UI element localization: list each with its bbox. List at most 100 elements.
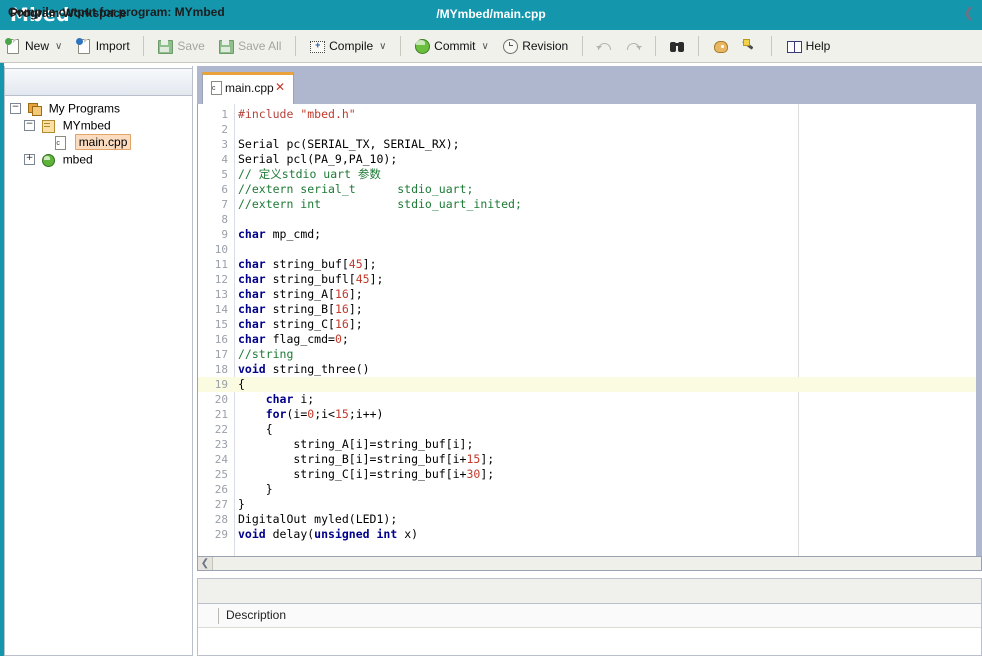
project-tree: − My Programs − MYmbed c main.cpp + mbed — [10, 100, 190, 168]
compile-output-header — [197, 578, 982, 604]
close-icon[interactable]: ✕ — [275, 80, 285, 94]
tree-node-label: main.cpp — [75, 134, 132, 150]
line-text: //extern int stdio_uart_inited; — [238, 197, 522, 212]
compile-output-title: Compile output for program: MYmbed — [8, 5, 225, 19]
save-all-floppy-icon — [218, 38, 234, 54]
line-text: //extern serial_t stdio_uart; — [238, 182, 473, 197]
line-text: // 定义stdio uart 参数 — [238, 167, 381, 182]
line-number: 13 — [198, 287, 228, 302]
line-number: 25 — [198, 467, 228, 482]
code-line: 8 — [198, 212, 982, 227]
code-line: 23 string_A[i]=string_buf[i]; — [198, 437, 982, 452]
code-line: 13char string_A[16]; — [198, 287, 982, 302]
line-number: 28 — [198, 512, 228, 527]
expander-icon[interactable]: + — [24, 154, 35, 165]
line-number: 20 — [198, 392, 228, 407]
code-line: 29void delay(unsigned int x) — [198, 527, 982, 542]
code-line: 4Serial pcl(PA_9,PA_10); — [198, 152, 982, 167]
code-line: 27} — [198, 497, 982, 512]
code-line: 28DigitalOut myled(LED1); — [198, 512, 982, 527]
expander-icon[interactable]: − — [24, 120, 35, 131]
scroll-left-icon[interactable]: ❮ — [198, 557, 213, 570]
code-line: 18void string_three() — [198, 362, 982, 377]
line-number: 17 — [198, 347, 228, 362]
code-lines: 1#include "mbed.h"23Serial pc(SERIAL_TX,… — [198, 107, 982, 542]
line-text: } — [238, 482, 273, 497]
tree-node-main-cpp[interactable]: c main.cpp — [38, 134, 190, 151]
line-number: 8 — [198, 212, 228, 227]
save-button[interactable]: Save — [152, 33, 209, 59]
code-line: 5// 定义stdio uart 参数 — [198, 167, 982, 182]
line-number: 14 — [198, 302, 228, 317]
help-book-icon — [786, 38, 802, 54]
revision-clock-icon — [502, 38, 518, 54]
line-number: 2 — [198, 122, 228, 137]
line-text: string_A[i]=string_buf[i]; — [238, 437, 473, 452]
redo-icon — [625, 38, 641, 54]
programs-icon — [27, 102, 42, 116]
line-number: 11 — [198, 257, 228, 272]
new-button-label: New — [25, 39, 49, 53]
editor-horizontal-scrollbar[interactable]: ❮ — [197, 556, 982, 571]
line-text: char string_buf[45]; — [238, 257, 377, 272]
redo-button[interactable] — [620, 33, 646, 59]
import-button[interactable]: Import — [71, 33, 135, 59]
tree-node-my-programs[interactable]: − My Programs — [10, 100, 190, 117]
line-text: Serial pc(SERIAL_TX, SERIAL_RX); — [238, 137, 460, 152]
commit-button[interactable]: Commit ∨ — [409, 33, 494, 59]
line-number: 24 — [198, 452, 228, 467]
commit-button-label: Commit — [434, 39, 475, 53]
compile-button[interactable]: + Compile ∨ — [304, 33, 391, 59]
code-line: 9char mp_cmd; — [198, 227, 982, 242]
line-text: { — [238, 377, 245, 392]
code-line: 16char flag_cmd=0; — [198, 332, 982, 347]
column-divider — [218, 608, 219, 624]
new-chevron-down-icon[interactable]: ∨ — [55, 41, 62, 52]
collapse-sidebar-icon[interactable]: ❮ — [963, 5, 974, 21]
line-text: string_C[i]=string_buf[i+30]; — [238, 467, 494, 482]
cpp-file-icon: c — [209, 81, 222, 95]
line-number: 16 — [198, 332, 228, 347]
tree-node-label: My Programs — [49, 101, 120, 115]
code-line: 17 //string — [198, 347, 982, 362]
import-button-label: Import — [96, 39, 130, 53]
code-editor[interactable]: 1#include "mbed.h"23Serial pc(SERIAL_TX,… — [197, 104, 982, 556]
line-text: char mp_cmd; — [238, 227, 321, 242]
commit-chevron-down-icon[interactable]: ∨ — [482, 41, 489, 52]
magic-wand-button[interactable] — [737, 33, 763, 59]
code-line: 6 //extern serial_t stdio_uart; — [198, 182, 982, 197]
import-document-icon — [76, 38, 92, 54]
find-button[interactable] — [664, 33, 690, 59]
save-all-button-label: Save All — [238, 39, 281, 53]
tab-label: main.cpp — [225, 81, 274, 95]
line-text: { — [238, 422, 273, 437]
save-all-button[interactable]: Save All — [213, 33, 286, 59]
line-number: 6 — [198, 182, 228, 197]
revision-button[interactable]: Revision — [497, 33, 573, 59]
line-number: 3 — [198, 137, 228, 152]
library-icon — [41, 153, 56, 167]
expander-icon[interactable]: − — [10, 103, 21, 114]
code-line: 1#include "mbed.h" — [198, 107, 982, 122]
line-text: void string_three() — [238, 362, 370, 377]
code-line: 15char string_C[16]; — [198, 317, 982, 332]
commit-globe-icon — [414, 38, 430, 54]
format-button[interactable] — [708, 33, 734, 59]
toolbar-divider — [655, 36, 656, 56]
tab-main-cpp[interactable]: c main.cpp ✕ — [202, 72, 294, 104]
save-floppy-icon — [157, 38, 173, 54]
line-number: 7 — [198, 197, 228, 212]
new-button[interactable]: New ∨ — [0, 33, 67, 59]
line-number: 23 — [198, 437, 228, 452]
line-text: //string — [238, 347, 293, 362]
line-text: char string_bufl[45]; — [238, 272, 383, 287]
help-button[interactable]: Help — [781, 33, 836, 59]
mbed-ide-window: Mbed /MYmbed/main.cpp New ∨ Import Save — [0, 0, 982, 656]
help-button-label: Help — [806, 39, 831, 53]
tree-node-mbed-library[interactable]: + mbed — [24, 151, 190, 168]
tree-node-mymbed[interactable]: − MYmbed — [24, 117, 190, 134]
undo-button[interactable] — [591, 33, 617, 59]
line-text: char string_C[16]; — [238, 317, 363, 332]
code-line: 20 char i; — [198, 392, 982, 407]
compile-chevron-down-icon[interactable]: ∨ — [379, 41, 386, 52]
